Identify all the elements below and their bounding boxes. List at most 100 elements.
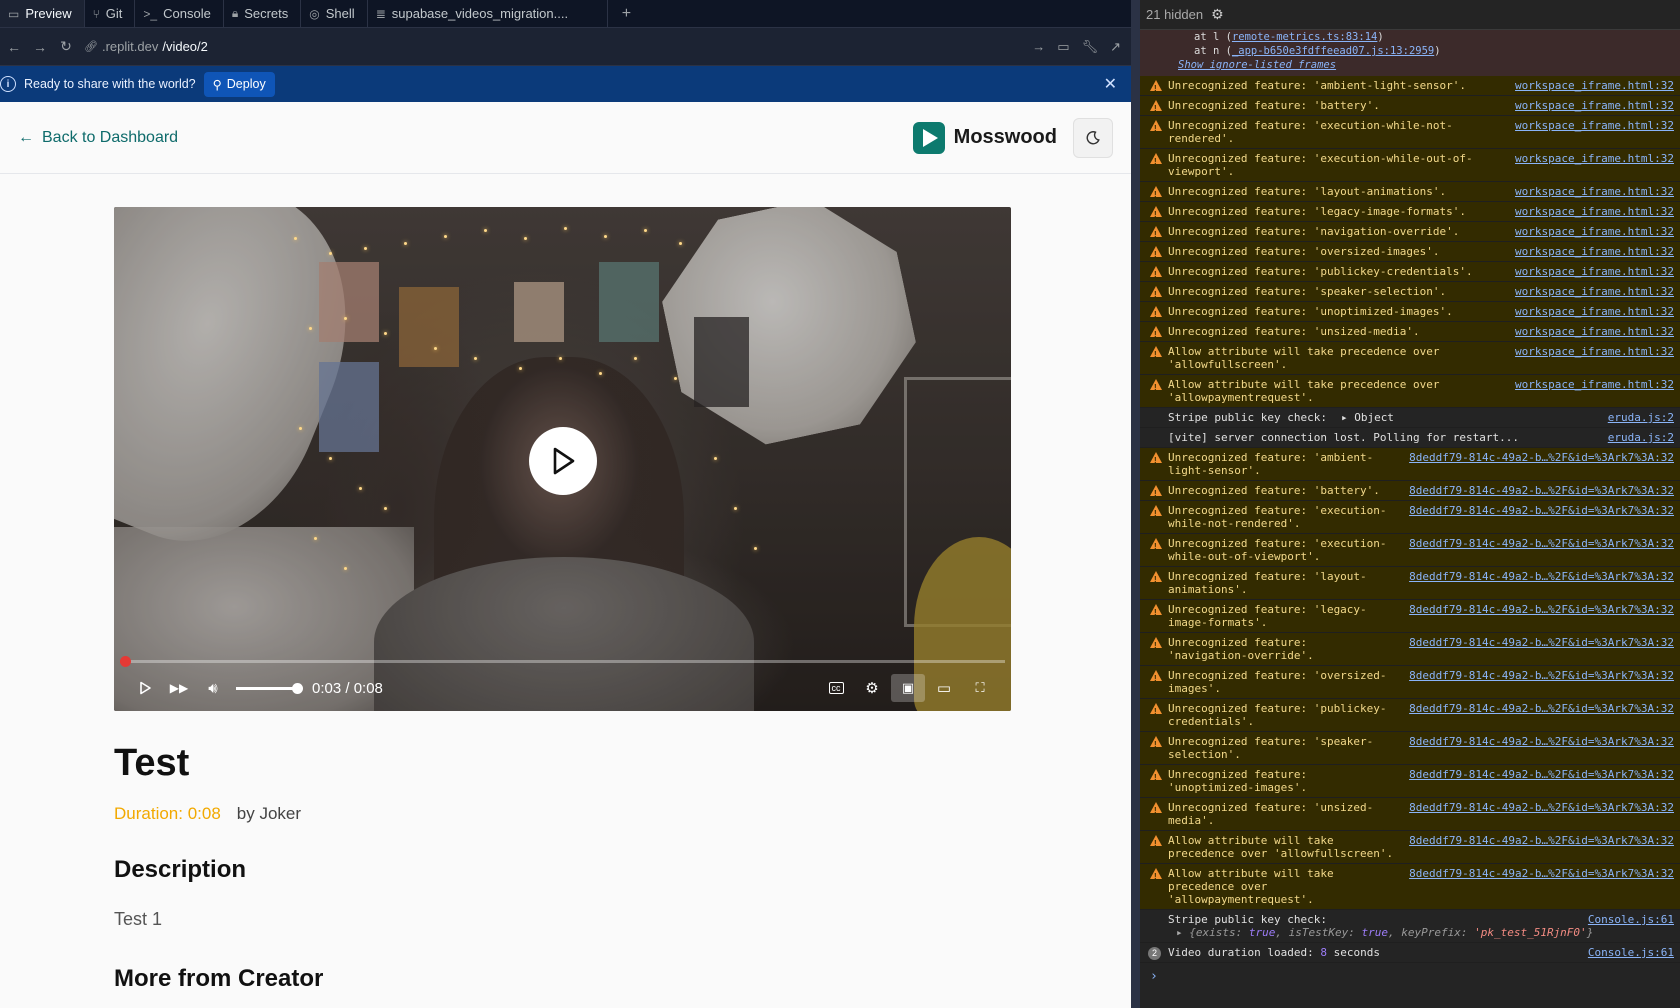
- log-source-link[interactable]: Console.js:61: [1588, 946, 1674, 959]
- miniplayer-button[interactable]: ▣: [891, 674, 925, 702]
- log-text: Unrecognized feature: 'oversized-images'…: [1168, 245, 1440, 258]
- stack-link[interactable]: remote-metrics.ts:83:14: [1232, 31, 1377, 43]
- tab-secrets[interactable]: 🔒︎ Secrets: [224, 0, 302, 27]
- console-toolbar: 21 hidden ⚙: [1140, 0, 1680, 30]
- log-source-link[interactable]: eruda.js:2: [1608, 431, 1674, 444]
- console-warning: Unrecognized feature: 'battery'. workspac…: [1140, 96, 1680, 116]
- log-source-link[interactable]: 8deddf79-814c-49a2-b…%2F&id=%3Ark7%3A:32: [1409, 537, 1674, 563]
- log-source-link[interactable]: workspace_iframe.html:32: [1515, 79, 1674, 92]
- log-source-link[interactable]: Console.js:61: [1588, 913, 1674, 926]
- repeat-count-badge: 2: [1148, 947, 1161, 960]
- log-source-link[interactable]: 8deddf79-814c-49a2-b…%2F&id=%3Ark7%3A:32: [1409, 484, 1674, 497]
- captions-button[interactable]: cc: [819, 674, 853, 702]
- log-object[interactable]: ▸ {exists: true, isTestKey: true, keyPre…: [1168, 926, 1674, 939]
- log-text: Unrecognized feature: 'unoptimized-image…: [1168, 305, 1453, 318]
- log-source-link[interactable]: eruda.js:2: [1608, 411, 1674, 424]
- log-text: [vite] server connection lost. Polling f…: [1168, 431, 1519, 444]
- play-button[interactable]: [128, 674, 162, 702]
- log-text: Allow attribute will take precedence ove…: [1168, 378, 1440, 404]
- theme-toggle-button[interactable]: [1073, 117, 1113, 158]
- close-icon[interactable]: ✕: [1104, 74, 1123, 94]
- url-field[interactable]: 🔗︎ .replit.dev/video/2: [84, 39, 1022, 54]
- log-source-link[interactable]: workspace_iframe.html:32: [1515, 265, 1674, 278]
- log-source-link[interactable]: 8deddf79-814c-49a2-b…%2F&id=%3Ark7%3A:32: [1409, 834, 1674, 860]
- console-warning: Unrecognized feature: 'unsized-media'. wo…: [1140, 322, 1680, 342]
- forward-arrow-icon[interactable]: →: [32, 39, 48, 55]
- tab-migration-file[interactable]: ≣ supabase_videos_migration....: [368, 0, 608, 27]
- console-warning: Unrecognized feature: 'execution- while-…: [1140, 534, 1680, 567]
- theater-mode-button[interactable]: ▭: [927, 674, 961, 702]
- duration-label: Duration: 0:08: [114, 804, 221, 823]
- log-source-link[interactable]: 8deddf79-814c-49a2-b…%2F&id=%3Ark7%3A:32: [1409, 669, 1674, 695]
- devices-icon[interactable]: ▭: [1057, 39, 1069, 55]
- console-warning: Unrecognized feature: 'execution- while-…: [1140, 501, 1680, 534]
- log-source-link[interactable]: 8deddf79-814c-49a2-b…%2F&id=%3Ark7%3A:32: [1409, 636, 1674, 662]
- pane-divider[interactable]: [1131, 0, 1140, 1008]
- log-source-link[interactable]: workspace_iframe.html:32: [1515, 305, 1674, 318]
- tab-console[interactable]: >_ Console: [135, 0, 224, 27]
- warning-icon: [1150, 346, 1162, 361]
- reload-icon[interactable]: ↻: [58, 38, 74, 55]
- log-source-link[interactable]: workspace_iframe.html:32: [1515, 225, 1674, 238]
- seek-forward-button[interactable]: ▶▶: [162, 674, 196, 702]
- log-source-link[interactable]: workspace_iframe.html:32: [1515, 378, 1674, 404]
- captions-icon: cc: [828, 682, 844, 694]
- video-progress-bar[interactable]: [120, 656, 1005, 667]
- add-tab-button[interactable]: +: [608, 0, 645, 27]
- warning-icon: [1150, 868, 1162, 883]
- log-text: Unrecognized feature: 'unoptimized-image…: [1168, 768, 1308, 794]
- log-source-link[interactable]: workspace_iframe.html:32: [1515, 205, 1674, 218]
- log-source-link[interactable]: 8deddf79-814c-49a2-b…%2F&id=%3Ark7%3A:32: [1409, 801, 1674, 827]
- tab-preview[interactable]: ▭ Preview: [0, 0, 85, 27]
- warning-icon: [1150, 604, 1162, 619]
- warning-icon: [1150, 538, 1162, 553]
- back-to-dashboard-link[interactable]: ← Back to Dashboard: [18, 129, 178, 147]
- brand[interactable]: Mosswood: [912, 121, 1057, 154]
- video-player[interactable]: ▶▶ 🔊︎ 0:03 / 0:08 cc ⚙ ▣ ▭ ⛶: [114, 207, 1011, 711]
- git-icon: ⑂: [92, 6, 100, 21]
- log-source-link[interactable]: workspace_iframe.html:32: [1515, 285, 1674, 298]
- log-text: Unrecognized feature: 'execution-while-o…: [1168, 152, 1473, 178]
- devtools-console: 21 hidden ⚙ at l (remote-metrics.ts:83:1…: [1140, 0, 1680, 1008]
- big-play-button[interactable]: [529, 427, 597, 495]
- devtools-wrench-icon[interactable]: 🔧︎: [1082, 39, 1099, 55]
- tab-shell[interactable]: ◎ Shell: [301, 0, 368, 27]
- log-source-link[interactable]: 8deddf79-814c-49a2-b…%2F&id=%3Ark7%3A:32: [1409, 603, 1674, 629]
- log-source-link[interactable]: 8deddf79-814c-49a2-b…%2F&id=%3Ark7%3A:32: [1409, 867, 1674, 906]
- settings-button[interactable]: ⚙: [855, 674, 889, 702]
- log-object[interactable]: ▸ Object: [1341, 411, 1608, 424]
- log-source-link[interactable]: 8deddf79-814c-49a2-b…%2F&id=%3Ark7%3A:32: [1409, 702, 1674, 728]
- moon-icon: [1086, 130, 1100, 144]
- volume-icon: 🔊︎: [208, 679, 218, 697]
- play-icon: [140, 681, 151, 695]
- volume-knob[interactable]: [292, 682, 303, 694]
- tab-git[interactable]: ⑂ Git: [85, 0, 136, 27]
- go-arrow-icon[interactable]: →: [1032, 39, 1045, 55]
- stack-link[interactable]: _app-b650e3fdffeead07.js:13:2959: [1232, 45, 1434, 57]
- mute-button[interactable]: 🔊︎: [196, 674, 230, 702]
- console-input-prompt[interactable]: ›: [1140, 963, 1680, 984]
- arrow-left-icon: ←: [18, 128, 34, 146]
- open-external-icon[interactable]: ↗: [1110, 39, 1121, 55]
- fullscreen-button[interactable]: ⛶: [963, 674, 997, 702]
- back-arrow-icon[interactable]: ←: [6, 39, 22, 55]
- log-source-link[interactable]: 8deddf79-814c-49a2-b…%2F&id=%3Ark7%3A:32: [1409, 570, 1674, 596]
- log-source-link[interactable]: workspace_iframe.html:32: [1515, 152, 1674, 178]
- deploy-button[interactable]: ⚲ Deploy: [203, 71, 275, 97]
- show-ignore-listed-frames-link[interactable]: Show ignore-listed frames: [1140, 58, 1680, 72]
- log-source-link[interactable]: 8deddf79-814c-49a2-b…%2F&id=%3Ark7%3A:32: [1409, 768, 1674, 794]
- expand-arrow-icon[interactable]: ▸: [1176, 926, 1189, 939]
- log-source-link[interactable]: workspace_iframe.html:32: [1515, 325, 1674, 338]
- stripe-key-log: Stripe public key check: Console.js:61 ▸…: [1140, 910, 1680, 943]
- log-source-link[interactable]: workspace_iframe.html:32: [1515, 185, 1674, 198]
- log-source-link[interactable]: workspace_iframe.html:32: [1515, 119, 1674, 145]
- log-source-link[interactable]: 8deddf79-814c-49a2-b…%2F&id=%3Ark7%3A:32: [1409, 735, 1674, 761]
- log-source-link[interactable]: 8deddf79-814c-49a2-b…%2F&id=%3Ark7%3A:32: [1409, 504, 1674, 530]
- log-source-link[interactable]: workspace_iframe.html:32: [1515, 345, 1674, 371]
- time-display: 0:03 / 0:08: [312, 679, 383, 697]
- log-source-link[interactable]: workspace_iframe.html:32: [1515, 245, 1674, 258]
- log-source-link[interactable]: 8deddf79-814c-49a2-b…%2F&id=%3Ark7%3A:32: [1409, 451, 1674, 477]
- volume-slider[interactable]: [236, 682, 303, 694]
- gear-icon[interactable]: ⚙: [1211, 6, 1224, 23]
- log-source-link[interactable]: workspace_iframe.html:32: [1515, 99, 1674, 112]
